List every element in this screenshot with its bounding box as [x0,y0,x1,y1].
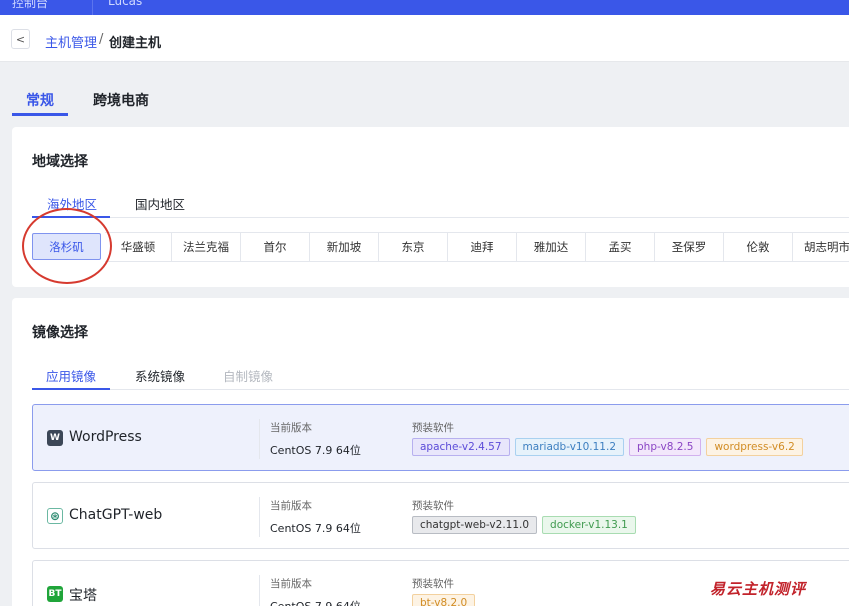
city-label: 胡志明市 [804,240,849,254]
city-label: 东京 [401,240,425,254]
software-label: 预装软件 [412,578,454,590]
image-name: 宝塔 [69,588,97,604]
city-option-washington[interactable]: 华盛顿 [105,232,172,262]
watermark-text: 易云主机测评 [710,580,807,598]
version-label: 当前版本 [270,500,312,512]
city-option-singapore[interactable]: 新加坡 [310,232,379,262]
wordpress-logo-icon: W [47,430,63,446]
top-nav-divider [92,0,93,15]
region-section: 地域选择 海外地区 国内地区 洛杉矶 华盛顿 法兰克福 首尔 新加坡 东京 迪拜… [12,127,849,287]
city-option-seoul[interactable]: 首尔 [241,232,310,262]
os-version: CentOS 7.9 64位 [270,598,361,606]
os-version: CentOS 7.9 64位 [270,444,361,457]
tab-active-indicator [12,113,68,116]
tab-custom-image: 自制镜像 [223,369,274,384]
image-section-title: 镜像选择 [32,325,88,341]
city-option-dubai[interactable]: 迪拜 [448,232,517,262]
tab-domestic-region[interactable]: 国内地区 [135,194,185,213]
city-option-sao-paulo[interactable]: 圣保罗 [655,232,724,262]
image-section: 镜像选择 应用镜像 系统镜像 自制镜像 W WordPress 当前版本 Cen… [12,298,849,606]
city-label: 伦敦 [746,240,770,254]
logo-text: BT [48,589,62,599]
image-tab-indicator [32,388,110,390]
city-selector: 洛杉矶 华盛顿 法兰克福 首尔 新加坡 东京 迪拜 雅加达 孟买 圣保罗 伦敦 … [32,232,849,262]
tab-general[interactable]: 常规 [26,90,54,110]
software-tags: bt-v8.2.0 [412,594,476,606]
city-option-tokyo[interactable]: 东京 [379,232,448,262]
city-option-ho-chi-minh[interactable]: 胡志明市 [793,232,849,262]
back-button[interactable]: < [11,29,30,49]
version-label: 当前版本 [270,422,312,434]
city-label: 新加坡 [326,240,362,254]
image-name: ChatGPT-web [69,507,163,523]
region-tabs-divider [32,217,849,218]
city-option-jakarta[interactable]: 雅加达 [517,232,586,262]
image-name: WordPress [69,429,142,445]
tab-system-image[interactable]: 系统镜像 [135,366,185,385]
chevron-left-icon: < [15,32,26,46]
page-title: 创建主机 [109,36,162,51]
software-tags: chatgpt-web-v2.11.0 docker-v1.13.1 [412,516,636,534]
breadcrumb-parent-link[interactable]: 主机管理 [45,32,97,51]
city-label: 首尔 [263,240,287,254]
tab-cross-border-ecommerce[interactable]: 跨境电商 [93,90,149,110]
tab-app-image[interactable]: 应用镜像 [46,366,96,385]
city-label: 孟买 [608,240,632,254]
image-option-wordpress[interactable]: W WordPress 当前版本 CentOS 7.9 64位 预装软件 apa… [32,404,849,471]
chatgpt-logo-icon: ⊛ [47,508,63,524]
software-tag: wordpress-v6.2 [706,438,803,456]
software-tags: apache-v2.4.57 mariadb-v10.11.2 php-v8.2… [412,438,803,456]
version-label: 当前版本 [270,578,312,590]
breadcrumb-separator: / [99,32,104,47]
software-tag: apache-v2.4.57 [412,438,510,456]
software-tag: chatgpt-web-v2.11.0 [412,516,538,534]
breadcrumb-bar: < 主机管理 / 创建主机 [0,15,849,62]
os-version: CentOS 7.9 64位 [270,522,361,535]
city-label: 圣保罗 [671,240,707,254]
software-tag: mariadb-v10.11.2 [514,438,625,456]
software-label: 预装软件 [412,500,454,512]
annotation-circle [22,208,112,284]
city-option-mumbai[interactable]: 孟买 [586,232,655,262]
city-option-london[interactable]: 伦敦 [724,232,793,262]
top-nav-bar: 控制台 Lucas [0,0,849,15]
software-label: 预装软件 [412,422,454,434]
logo-text: ⊛ [49,509,61,523]
row-divider [259,575,260,606]
software-tag: php-v8.2.5 [629,438,702,456]
logo-text: W [50,433,60,443]
software-tag: bt-v8.2.0 [412,594,476,606]
city-option-frankfurt[interactable]: 法兰克福 [172,232,241,262]
top-nav-item-console[interactable]: 控制台 [12,0,48,11]
bt-logo-icon: BT [47,586,63,602]
city-label: 法兰克福 [183,240,229,254]
row-divider [259,497,260,537]
city-label: 华盛顿 [120,240,156,254]
city-label: 雅加达 [533,240,569,254]
city-label: 迪拜 [470,240,494,254]
top-nav-item-user[interactable]: Lucas [108,0,142,8]
image-tabs-divider [32,389,849,390]
image-option-chatgpt-web[interactable]: ⊛ ChatGPT-web 当前版本 CentOS 7.9 64位 预装软件 c… [32,482,849,549]
region-section-title: 地域选择 [32,154,88,170]
software-tag: docker-v1.13.1 [542,516,636,534]
row-divider [259,419,260,459]
